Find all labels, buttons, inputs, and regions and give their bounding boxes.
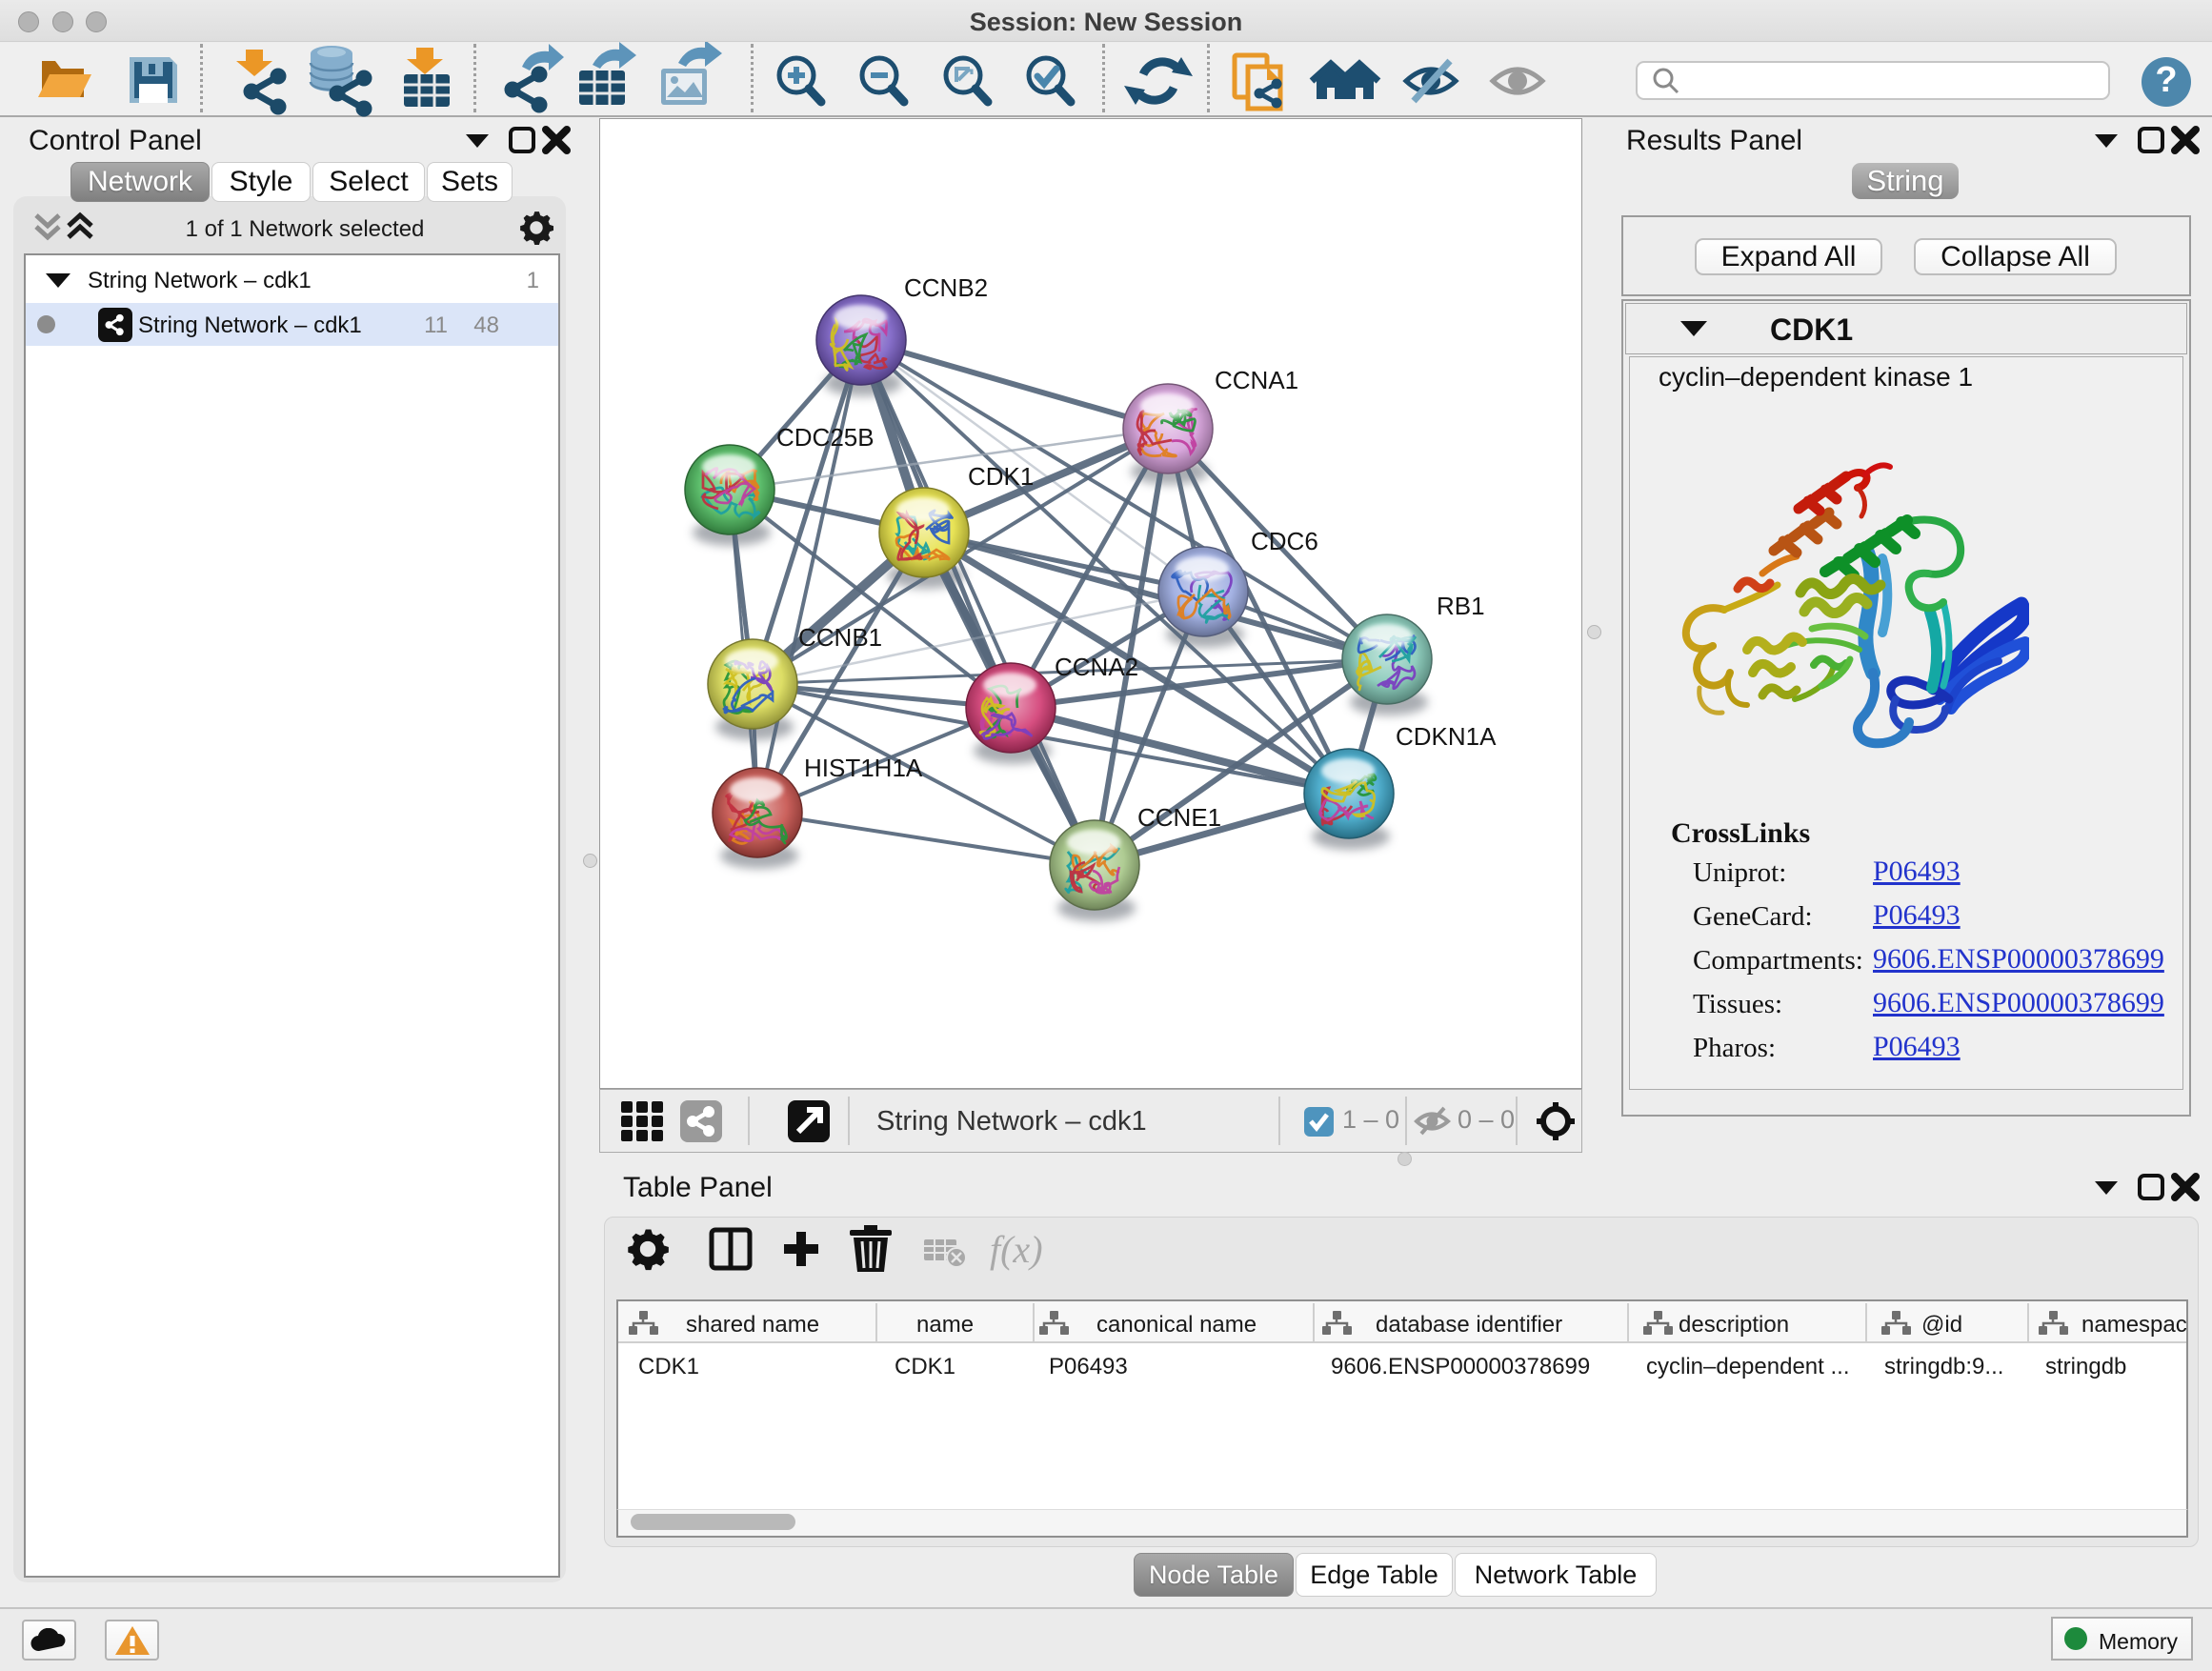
svg-text:String Network – cdk1: String Network – cdk1 — [876, 1106, 1147, 1137]
svg-text:HIST1H1A: HIST1H1A — [804, 754, 923, 782]
svg-text:CDK1: CDK1 — [968, 462, 1034, 491]
svg-text:stringdb: stringdb — [2045, 1354, 2126, 1379]
svg-text:CDC6: CDC6 — [1251, 527, 1318, 555]
svg-text:shared name: shared name — [686, 1312, 819, 1338]
svg-text:CDKN1A: CDKN1A — [1396, 722, 1497, 751]
svg-text:database identifier: database identifier — [1376, 1312, 1562, 1338]
svg-text:CDK1: CDK1 — [895, 1354, 955, 1379]
svg-text:P06493: P06493 — [1049, 1354, 1128, 1379]
svg-text:CCNA2: CCNA2 — [1055, 653, 1138, 681]
svg-text:name: name — [916, 1312, 974, 1338]
svg-text:description: description — [1679, 1312, 1789, 1338]
svg-text:9606.ENSP00000378699: 9606.ENSP00000378699 — [1331, 1354, 1590, 1379]
svg-text:CCNB1: CCNB1 — [798, 623, 882, 652]
svg-text:CDK1: CDK1 — [638, 1354, 699, 1379]
svg-text:stringdb:9...: stringdb:9... — [1884, 1354, 2003, 1379]
svg-text:CDC25B: CDC25B — [776, 423, 875, 452]
svg-text:cyclin–dependent ...: cyclin–dependent ... — [1646, 1354, 1849, 1379]
svg-text:0 – 0: 0 – 0 — [1458, 1105, 1515, 1134]
svg-text:namespac: namespac — [2081, 1312, 2186, 1338]
svg-text:canonical name: canonical name — [1096, 1312, 1257, 1338]
svg-text:RB1: RB1 — [1437, 592, 1485, 620]
svg-text:f(x): f(x) — [990, 1228, 1043, 1271]
svg-text:CCNE1: CCNE1 — [1137, 803, 1221, 832]
svg-text:CCNB2: CCNB2 — [904, 273, 988, 302]
svg-text:CCNA1: CCNA1 — [1215, 366, 1298, 394]
svg-text:1 – 0: 1 – 0 — [1342, 1105, 1399, 1134]
svg-text:@id: @id — [1921, 1312, 1962, 1338]
